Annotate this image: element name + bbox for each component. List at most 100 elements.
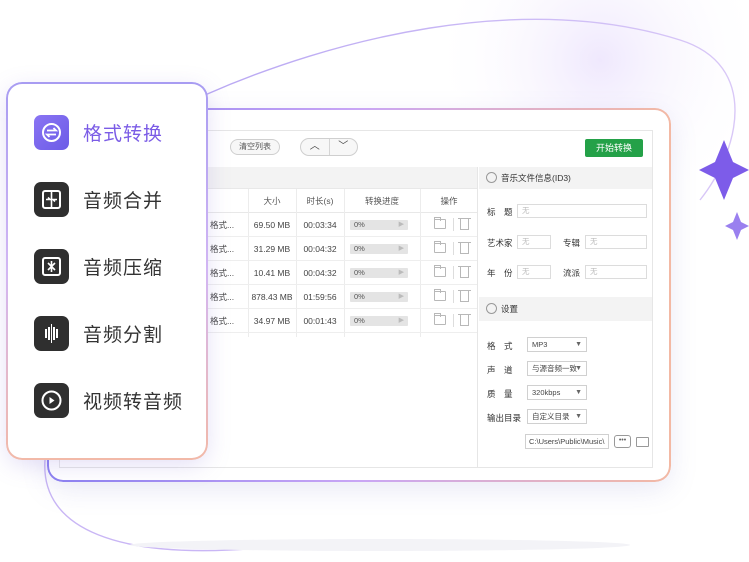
play-icon: ▶ [398, 245, 404, 252]
file-size: 34.97 MB [253, 316, 291, 326]
file-size: 878.43 MB [251, 292, 293, 302]
file-name: 格式... [210, 244, 235, 254]
settings-section-title: 设置 [501, 304, 519, 314]
file-duration: 00:01:43 [303, 316, 337, 326]
format-select[interactable]: MP3 ▼ [527, 337, 587, 352]
chevron-down-icon: ▼ [575, 389, 582, 396]
feature-menu: 格式转换音频合并音频压缩音频分割视频转音频 [8, 84, 206, 458]
open-folder-icon[interactable] [434, 313, 446, 325]
trash-icon[interactable] [458, 314, 471, 326]
action-divider [453, 290, 454, 303]
settings-section-header: 设置 [479, 297, 652, 321]
file-name: 格式... [210, 316, 235, 326]
feature-item-5[interactable]: 视频转音频 [34, 382, 204, 418]
progress-value: 0% [354, 268, 365, 277]
move-down-button[interactable]: ﹀ [330, 139, 358, 155]
year-label: 年 份 [487, 268, 513, 278]
progress-bar: 0% ▶ [350, 244, 408, 254]
title-label: 标 题 [487, 207, 513, 217]
header-duration: 时长(s) [306, 196, 334, 206]
id3-section-title: 音乐文件信息(ID3) [501, 173, 571, 183]
video-to-audio-icon [34, 382, 69, 418]
browse-button[interactable]: ••• [614, 435, 631, 448]
output-path-field[interactable]: C:\Users\Public\Music\ [525, 434, 609, 449]
feature-item-4[interactable]: 音频分割 [34, 315, 204, 351]
channel-label: 声 道 [487, 365, 513, 375]
open-folder-icon[interactable] [434, 217, 446, 229]
action-divider [453, 218, 454, 231]
header-size: 大小 [263, 196, 281, 206]
file-size: 31.29 MB [253, 244, 291, 254]
play-icon: ▶ [398, 221, 404, 228]
open-folder-icon[interactable] [434, 265, 446, 277]
genre-field[interactable]: 无 [585, 265, 647, 279]
file-name: 格式... [210, 220, 235, 230]
quality-select[interactable]: 320kbps ▼ [527, 385, 587, 400]
move-up-button[interactable]: ︿ [301, 139, 330, 155]
id3-section-header: 音乐文件信息(ID3) [479, 167, 652, 189]
progress-bar: 0% ▶ [350, 220, 408, 230]
feature-label: 音频合并 [83, 189, 164, 212]
chevron-down-icon: ▼ [575, 341, 582, 348]
gear-icon [486, 303, 497, 314]
feature-label: 格式转换 [83, 122, 164, 145]
sparkle-icon-large [699, 140, 749, 200]
action-divider [453, 314, 454, 327]
title-field[interactable]: 无 [517, 204, 647, 218]
file-duration: 01:59:56 [303, 292, 337, 302]
headphones-icon [486, 172, 497, 183]
trash-icon[interactable] [458, 266, 471, 278]
play-icon: ▶ [398, 317, 404, 324]
audio-merge-icon [34, 181, 69, 217]
quality-value: 320kbps [532, 388, 561, 397]
file-duration: 00:04:32 [303, 244, 337, 254]
progress-value: 0% [354, 244, 365, 253]
output-label: 输出目录 [487, 413, 522, 423]
genre-label: 流派 [563, 268, 581, 278]
progress-bar: 0% ▶ [350, 268, 408, 278]
feature-label: 音频分割 [83, 323, 164, 346]
open-folder-icon[interactable] [434, 241, 446, 253]
file-duration: 00:03:34 [303, 220, 337, 230]
progress-value: 0% [354, 292, 365, 301]
year-field[interactable]: 无 [517, 265, 551, 279]
play-icon: ▶ [398, 293, 404, 300]
feature-item-3[interactable]: 音频压缩 [34, 248, 204, 284]
format-label: 格 式 [487, 341, 513, 351]
progress-value: 0% [354, 220, 365, 229]
settings-panel: 音乐文件信息(ID3) 标 题 无 艺术家 无 专辑 无 年 份 无 流派 无 … [479, 167, 652, 467]
album-field[interactable]: 无 [585, 235, 647, 249]
progress-value: 0% [354, 316, 365, 325]
artist-field[interactable]: 无 [517, 235, 551, 249]
progress-bar: 0% ▶ [350, 316, 408, 326]
feature-item-2[interactable]: 音频合并 [34, 181, 204, 217]
clear-list-button[interactable]: 清空列表 [230, 139, 280, 155]
header-progress: 转换进度 [364, 196, 399, 206]
trash-icon[interactable] [458, 242, 471, 254]
feature-item-1[interactable]: 格式转换 [34, 114, 204, 150]
output-select[interactable]: 自定义目录 ▼ [527, 409, 587, 424]
channel-select[interactable]: 与源音频一致 ▼ [527, 361, 587, 376]
audio-split-icon [34, 315, 69, 351]
output-value: 自定义目录 [532, 412, 570, 421]
start-convert-button[interactable]: 开始转换 [585, 139, 643, 157]
play-icon: ▶ [398, 269, 404, 276]
action-divider [453, 242, 454, 255]
open-folder-icon[interactable] [434, 289, 446, 301]
trash-icon[interactable] [458, 290, 471, 302]
file-size: 69.50 MB [253, 220, 291, 230]
channel-value: 与源音频一致 [532, 364, 577, 373]
format-value: MP3 [532, 340, 548, 349]
artist-label: 艺术家 [487, 238, 513, 248]
file-name: 格式... [210, 268, 235, 278]
feature-label: 音频压缩 [83, 256, 164, 279]
file-name: 格式... [210, 292, 235, 302]
sparkle-icon-small [725, 212, 749, 240]
file-size: 10.41 MB [253, 268, 291, 278]
trash-icon[interactable] [458, 218, 471, 230]
format-convert-icon [34, 114, 69, 150]
header-actions: 操作 [440, 196, 458, 206]
open-folder-icon[interactable] [636, 437, 649, 447]
album-label: 专辑 [563, 238, 581, 248]
progress-bar: 0% ▶ [350, 292, 408, 302]
